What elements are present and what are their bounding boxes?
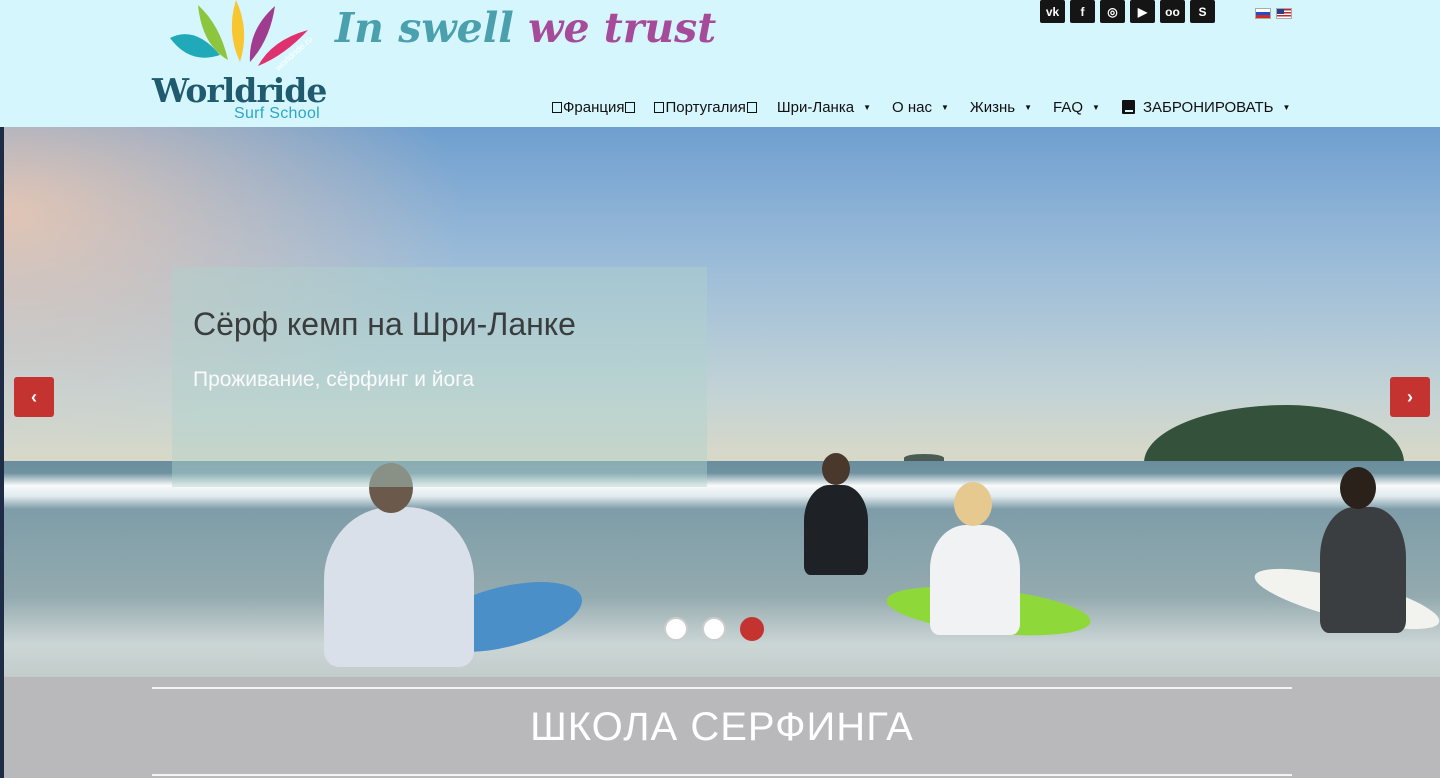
surfer-image bbox=[1320, 507, 1406, 633]
slide-title: Сёрф кемп на Шри-Ланке bbox=[193, 306, 576, 342]
language-switcher bbox=[1255, 8, 1292, 19]
caret-down-icon: ▼ bbox=[1092, 102, 1100, 112]
square-icon bbox=[625, 101, 636, 113]
divider bbox=[152, 687, 1292, 689]
slider-dot-2[interactable] bbox=[702, 617, 726, 641]
slide-subtitle: Проживание, сёрфинг и йога bbox=[193, 368, 475, 391]
instagram-icon[interactable]: ◎ bbox=[1100, 0, 1125, 23]
nav-item-portugal[interactable]: Португалия bbox=[653, 96, 757, 118]
social-links: vk f ◎ ▶ oo S bbox=[1040, 0, 1215, 23]
nav-item-book[interactable]: ЗАБРОНИРОВАТЬ ▼ bbox=[1121, 96, 1291, 118]
nav-item-label: Шри-Ланка bbox=[776, 98, 855, 116]
square-icon bbox=[746, 101, 757, 113]
square-icon bbox=[654, 101, 665, 113]
caret-down-icon: ▼ bbox=[1024, 102, 1033, 112]
nav-item-srilanka[interactable]: Шри-Ланка ▼ bbox=[777, 96, 871, 118]
tripadvisor-icon[interactable]: oo bbox=[1160, 0, 1185, 23]
flag-ru-icon[interactable] bbox=[1255, 8, 1271, 19]
logo-wordmark: Worldride bbox=[152, 71, 327, 110]
nav-item-life[interactable]: Жизнь ▼ bbox=[970, 96, 1032, 118]
caret-down-icon: ▼ bbox=[863, 102, 871, 112]
nav-item-label: Португалия bbox=[665, 98, 746, 116]
nav-item-label: О нас bbox=[891, 98, 932, 116]
slider-pagination bbox=[664, 617, 764, 641]
surfer-head-image bbox=[822, 453, 850, 485]
nav-item-about[interactable]: О нас ▼ bbox=[892, 96, 949, 118]
book-icon bbox=[1121, 100, 1135, 114]
nav-item-label: FAQ bbox=[1053, 98, 1084, 116]
island-image bbox=[1144, 405, 1404, 463]
site-slogan: In swell we trust bbox=[335, 8, 716, 49]
nav-item-label: ЗАБРОНИРОВАТЬ bbox=[1142, 98, 1274, 116]
section-title: ШКОЛА СЕРФИНГА bbox=[530, 705, 914, 749]
skype-icon[interactable]: S bbox=[1190, 0, 1215, 23]
nav-item-faq[interactable]: FAQ ▼ bbox=[1053, 96, 1100, 118]
surfer-image bbox=[930, 525, 1020, 635]
nav-item-label: Жизнь bbox=[969, 98, 1016, 116]
caret-down-icon: ▼ bbox=[940, 102, 949, 112]
caret-down-icon: ▼ bbox=[1282, 102, 1291, 112]
site-logo[interactable]: worldride.ru Worldride Surf School bbox=[150, 0, 327, 127]
chevron-left-icon: ‹ bbox=[31, 386, 37, 407]
youtube-icon[interactable]: ▶ bbox=[1130, 0, 1155, 23]
school-section: ШКОЛА СЕРФИНГА bbox=[4, 677, 1440, 778]
surfer-image bbox=[804, 485, 868, 575]
slogan-part-1: In swell bbox=[335, 4, 514, 52]
surfer-head-image bbox=[954, 482, 992, 526]
nav-item-france[interactable]: Франция bbox=[551, 96, 636, 118]
vk-icon[interactable]: vk bbox=[1040, 0, 1065, 23]
hero-slider: Сёрф кемп на Шри-Ланке Проживание, сёрфи… bbox=[4, 127, 1440, 677]
nav-item-label: Франция bbox=[563, 98, 625, 116]
slider-next-button[interactable]: › bbox=[1390, 377, 1430, 417]
slider-dot-1[interactable] bbox=[664, 617, 688, 641]
facebook-icon[interactable]: f bbox=[1070, 0, 1095, 23]
square-icon bbox=[552, 101, 562, 113]
surfer-head-image bbox=[1340, 467, 1376, 509]
flag-en-icon[interactable] bbox=[1276, 8, 1292, 19]
slogan-part-2: we trust bbox=[528, 4, 717, 52]
chevron-right-icon: › bbox=[1407, 386, 1413, 407]
slider-dot-3[interactable] bbox=[740, 617, 764, 641]
site-header: worldride.ru Worldride Surf School In sw… bbox=[0, 0, 1440, 127]
logo-petals-icon: worldride.ru bbox=[170, 0, 315, 73]
logo-subtitle: Surf School bbox=[234, 105, 321, 122]
slide-caption: Сёрф кемп на Шри-Ланке Проживание, сёрфи… bbox=[172, 267, 707, 487]
divider bbox=[152, 774, 1292, 776]
main-nav: Франция Португалия Шри-Ланка ▼ О нас ▼ Жиз… bbox=[551, 96, 1290, 118]
surfer-image bbox=[324, 507, 474, 667]
slider-prev-button[interactable]: ‹ bbox=[14, 377, 54, 417]
